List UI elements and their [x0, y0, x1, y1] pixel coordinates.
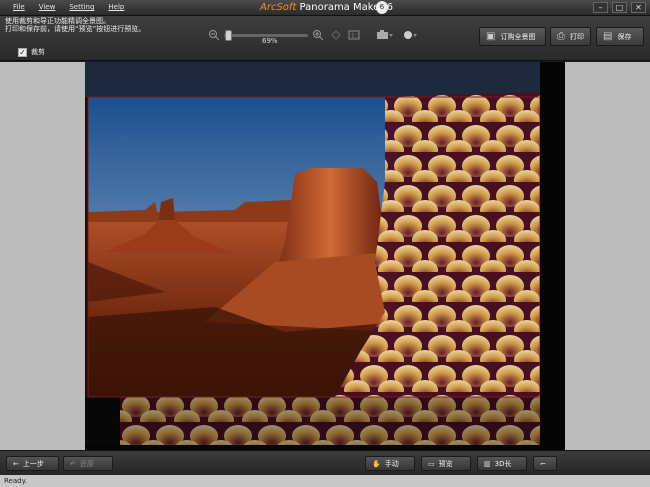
- preview-icon: ▭: [428, 459, 435, 468]
- window-controls: – □ ✕: [593, 2, 646, 13]
- app-title: ArcSoft Panorama Maker 6: [260, 2, 393, 13]
- app-version-badge: 6: [376, 1, 388, 14]
- instruction-line-1: 使用裁剪和导正功能精调全景图。: [5, 17, 110, 25]
- save-icon: ▤: [603, 31, 613, 42]
- instructions: 使用裁剪和导正功能精调全景图。 打印和保存前，请使用“预览”按钮进行预览。: [5, 17, 145, 33]
- color-tool-icon[interactable]: [403, 29, 419, 41]
- hand-label: 手动: [384, 459, 399, 468]
- zoom-controls: 1:1: [208, 29, 438, 43]
- crop-label: 裁剪: [31, 48, 45, 56]
- zoom-out-icon[interactable]: [208, 29, 220, 41]
- 3d-icon: ▥: [484, 459, 491, 468]
- crop-checkbox[interactable]: ✓: [18, 47, 27, 57]
- menu-file[interactable]: File: [13, 3, 25, 11]
- back-step-button[interactable]: ← 上一步: [6, 456, 59, 471]
- stitch-mode-button[interactable]: ⌐: [533, 456, 557, 471]
- print-button[interactable]: ⎙ 打印: [550, 27, 591, 46]
- maximize-button[interactable]: □: [612, 2, 627, 13]
- back-step-label: 上一步: [22, 459, 44, 468]
- zoom-in-icon[interactable]: [312, 29, 324, 41]
- order-icon: ▣: [486, 31, 496, 42]
- 3d-view-button[interactable]: ▥ 3D长: [477, 456, 527, 471]
- stitch-icon: ⌐: [540, 459, 546, 468]
- print-label: 打印: [570, 32, 584, 41]
- hand-tool-button[interactable]: ✋ 手动: [365, 456, 415, 471]
- undo-icon: ↶: [70, 459, 76, 468]
- preview-label: 预览: [438, 459, 453, 468]
- zoom-slider[interactable]: [224, 30, 308, 41]
- menu-setting[interactable]: Setting: [69, 3, 94, 11]
- 3d-label: 3D长: [494, 459, 512, 468]
- status-bar: Ready.: [0, 475, 650, 487]
- panorama-canvas[interactable]: [85, 62, 565, 450]
- instruction-line-2: 打印和保存前，请使用“预览”按钮进行预览。: [5, 25, 146, 33]
- left-margin-panel: [0, 62, 85, 450]
- bottom-bar: ← 上一步 ↶ 还原 ✋ 手动 ▭ 预览 ▥ 3D长 ⌐: [0, 450, 650, 475]
- undo-label: 还原: [79, 459, 94, 468]
- save-button[interactable]: ▤ 保存: [596, 27, 644, 46]
- close-button[interactable]: ✕: [631, 2, 646, 13]
- actual-size-icon[interactable]: 1:1: [348, 29, 361, 41]
- camera-icon[interactable]: [376, 29, 394, 41]
- order-label: 订购全景图: [500, 32, 536, 41]
- fit-icon[interactable]: [330, 29, 342, 41]
- title-bar: File View Setting Help ArcSoft Panorama …: [0, 0, 650, 16]
- save-label: 保存: [617, 32, 632, 41]
- printer-icon: ⎙: [557, 31, 565, 42]
- order-panorama-button[interactable]: ▣ 订购全景图: [479, 27, 546, 46]
- zoom-slider-thumb[interactable]: [225, 30, 233, 41]
- preview-button[interactable]: ▭ 预览: [421, 456, 471, 471]
- panorama-image: [85, 62, 565, 450]
- app-brand: ArcSoft: [260, 2, 297, 13]
- minimize-button[interactable]: –: [593, 2, 608, 13]
- back-arrow-icon: ←: [13, 459, 19, 468]
- right-margin-panel: [565, 62, 650, 450]
- hand-icon: ✋: [372, 459, 381, 468]
- menu-bar: File View Setting Help: [13, 3, 124, 11]
- crop-option[interactable]: ✓ 裁剪: [18, 47, 45, 57]
- undo-button[interactable]: ↶ 还原: [63, 456, 113, 471]
- svg-text:1:1: 1:1: [351, 33, 360, 40]
- menu-help[interactable]: Help: [108, 3, 124, 11]
- menu-view[interactable]: View: [39, 3, 56, 11]
